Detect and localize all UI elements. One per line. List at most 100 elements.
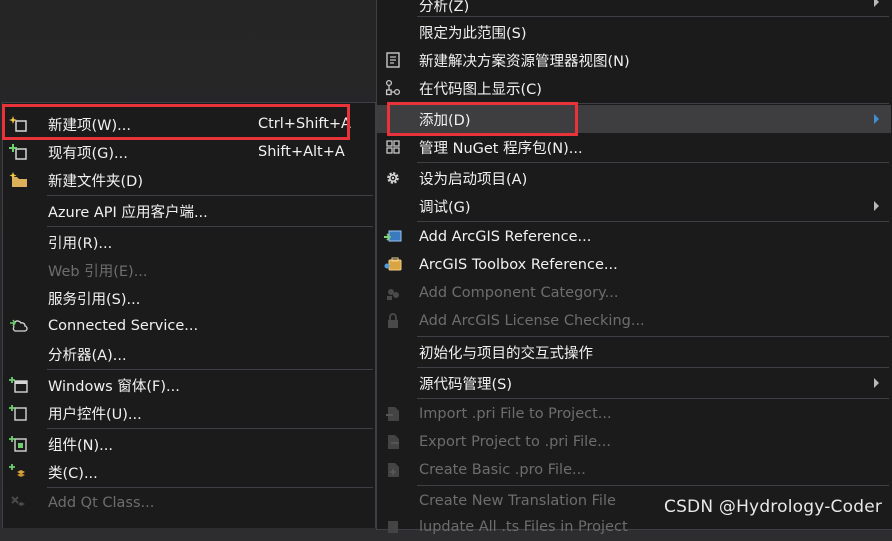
menu-item-label: 用户控件(U)... bbox=[48, 406, 142, 423]
menu-item-new-explorer-view[interactable]: 新建解决方案资源管理器视图(N) bbox=[377, 46, 891, 74]
menu-item-existing-item[interactable]: 现有项(G)... Shift+Alt+A bbox=[3, 138, 375, 166]
new-item-icon bbox=[9, 115, 29, 133]
gear-icon bbox=[383, 169, 403, 187]
arcgis-toolbox-icon bbox=[383, 256, 403, 274]
menu-item-label: 现有项(G)... bbox=[48, 145, 128, 162]
project-context-menu: 分析(Z) 限定为此范围(S) 新建解决方案资源管理器视图(N) 在代码图上显示… bbox=[376, 0, 892, 535]
menu-separator bbox=[47, 195, 373, 196]
menu-item-label: 新建文件夹(D) bbox=[48, 173, 143, 190]
menu-item-add-arcgis-reference[interactable]: Add ArcGIS Reference... bbox=[377, 223, 891, 251]
menu-separator bbox=[47, 226, 373, 227]
menu-item-windows-form[interactable]: Windows 窗体(F)... bbox=[3, 371, 375, 399]
submenu-arrow-icon bbox=[874, 201, 879, 211]
menu-item-label: Add Component Category... bbox=[419, 285, 619, 301]
menu-item-service-reference[interactable]: 服务引用(S)... bbox=[3, 284, 375, 312]
menu-item-reference[interactable]: 引用(R)... bbox=[3, 228, 375, 256]
menu-item-show-on-code-map[interactable]: 在代码图上显示(C) bbox=[377, 74, 891, 102]
menu-item-debug[interactable]: 调试(G) bbox=[377, 192, 891, 220]
menu-item-source-control[interactable]: 源代码管理(S) bbox=[377, 369, 891, 397]
menu-item-initialize-interactive[interactable]: 初始化与项目的交互式操作 bbox=[377, 338, 891, 366]
menu-item-label: 调试(G) bbox=[419, 199, 471, 216]
add-submenu: 新建项(W)... Ctrl+Shift+A 现有项(G)... Shift+A… bbox=[2, 102, 376, 528]
menu-item-import-pri[interactable]: Import .pri File to Project... bbox=[377, 400, 891, 428]
menu-item-label: Connected Service... bbox=[48, 318, 199, 334]
component-category-icon bbox=[383, 284, 403, 302]
menu-item-label: Add Qt Class... bbox=[48, 495, 155, 511]
menu-item-label: 类(C)... bbox=[48, 465, 98, 482]
menu-item-user-control[interactable]: 用户控件(U)... bbox=[3, 399, 375, 427]
arcgis-reference-icon bbox=[383, 228, 403, 246]
license-checking-icon bbox=[383, 312, 403, 330]
watermark: CSDN @Hydrology-Coder bbox=[664, 497, 883, 517]
menu-item-analyzer[interactable]: 分析器(A)... bbox=[3, 340, 375, 368]
menu-item-label: 添加(D) bbox=[419, 112, 471, 129]
menu-item-azure-api-client[interactable]: Azure API 应用客户端... bbox=[3, 197, 375, 225]
menu-item-label: 限定为此范围(S) bbox=[419, 25, 527, 42]
menu-item-manage-nuget[interactable]: 管理 NuGet 程序包(N)... bbox=[377, 133, 891, 161]
menu-item-shortcut: Ctrl+Shift+A bbox=[258, 116, 351, 132]
submenu-arrow-icon bbox=[874, 378, 879, 388]
menu-item-arcgis-toolbox-reference[interactable]: ArcGIS Toolbox Reference... bbox=[377, 251, 891, 279]
menu-item-create-basic-pro[interactable]: Create Basic .pro File... bbox=[377, 456, 891, 484]
code-map-icon bbox=[383, 79, 403, 97]
menu-item-label: Azure API 应用客户端... bbox=[48, 204, 208, 221]
menu-item-set-startup-project[interactable]: 设为启动项目(A) bbox=[377, 164, 891, 192]
menu-item-label: 源代码管理(S) bbox=[419, 376, 513, 393]
menu-item-label: Create New Translation File bbox=[419, 493, 616, 509]
menu-item-web-reference[interactable]: Web 引用(E)... bbox=[3, 256, 375, 284]
menu-item-new-folder[interactable]: 新建文件夹(D) bbox=[3, 166, 375, 194]
menu-item-add-component-category[interactable]: Add Component Category... bbox=[377, 279, 891, 307]
menu-item-label: 新建项(W)... bbox=[48, 117, 131, 134]
menu-item-shortcut: Shift+Alt+A bbox=[258, 144, 345, 160]
nuget-package-icon bbox=[383, 138, 403, 156]
menu-item-add-qt-class[interactable]: Add Qt Class... bbox=[3, 489, 375, 517]
menu-item-add-arcgis-license-checking[interactable]: Add ArcGIS License Checking... bbox=[377, 307, 891, 335]
existing-item-icon bbox=[9, 143, 29, 161]
menu-item-label: 引用(R)... bbox=[48, 235, 113, 252]
menu-item-label: 服务引用(S)... bbox=[48, 291, 141, 308]
menu-item-lupdate[interactable]: lupdate All .ts Files in Project bbox=[377, 513, 891, 541]
create-pro-icon bbox=[383, 461, 403, 479]
user-control-icon bbox=[9, 404, 29, 422]
menu-item-label: lupdate All .ts Files in Project bbox=[419, 519, 628, 535]
menu-separator bbox=[417, 103, 889, 104]
menu-item-label: 在代码图上显示(C) bbox=[419, 81, 542, 98]
menu-item-label: Web 引用(E)... bbox=[48, 263, 148, 280]
new-folder-icon bbox=[9, 171, 29, 189]
menu-item-label: 分析(Z) bbox=[419, 0, 470, 15]
menu-item-label: 设为启动项目(A) bbox=[419, 171, 528, 188]
menu-separator bbox=[47, 369, 373, 370]
menu-item-connected-service[interactable]: Connected Service... bbox=[3, 312, 375, 340]
component-icon bbox=[9, 435, 29, 453]
class-icon bbox=[9, 463, 29, 481]
import-pri-icon bbox=[383, 405, 403, 423]
menu-item-class[interactable]: 类(C)... bbox=[3, 458, 375, 486]
export-pri-icon bbox=[383, 433, 403, 451]
menu-item-label: Add ArcGIS License Checking... bbox=[419, 313, 645, 329]
menu-separator bbox=[417, 162, 889, 163]
windows-form-icon bbox=[9, 376, 29, 394]
new-explorer-view-icon bbox=[383, 51, 403, 69]
menu-item-label: 初始化与项目的交互式操作 bbox=[419, 345, 593, 362]
menu-item-label: Windows 窗体(F)... bbox=[48, 378, 180, 395]
menu-item-label: Import .pri File to Project... bbox=[419, 406, 612, 422]
submenu-arrow-icon bbox=[874, 0, 879, 7]
menu-item-label: 管理 NuGet 程序包(N)... bbox=[419, 140, 583, 157]
menu-separator bbox=[417, 485, 889, 486]
menu-separator bbox=[417, 336, 889, 337]
menu-item-component[interactable]: 组件(N)... bbox=[3, 430, 375, 458]
menu-separator bbox=[417, 221, 889, 222]
menu-separator bbox=[47, 428, 373, 429]
menu-item-add[interactable]: 添加(D) bbox=[377, 105, 891, 133]
menu-separator bbox=[47, 487, 373, 488]
menu-item-label: Create Basic .pro File... bbox=[419, 462, 586, 478]
menu-item-label: 分析器(A)... bbox=[48, 347, 127, 364]
menu-item-export-pri[interactable]: Export Project to .pri File... bbox=[377, 428, 891, 456]
submenu-arrow-icon bbox=[874, 114, 879, 124]
menu-item-new-item[interactable]: 新建项(W)... Ctrl+Shift+A bbox=[3, 110, 375, 138]
menu-item-label: 组件(N)... bbox=[48, 437, 113, 454]
menu-item-scope-to-this[interactable]: 限定为此范围(S) bbox=[377, 18, 891, 46]
menu-item-label: Add ArcGIS Reference... bbox=[419, 229, 592, 245]
menu-separator bbox=[417, 398, 889, 399]
qt-class-icon bbox=[9, 494, 29, 512]
